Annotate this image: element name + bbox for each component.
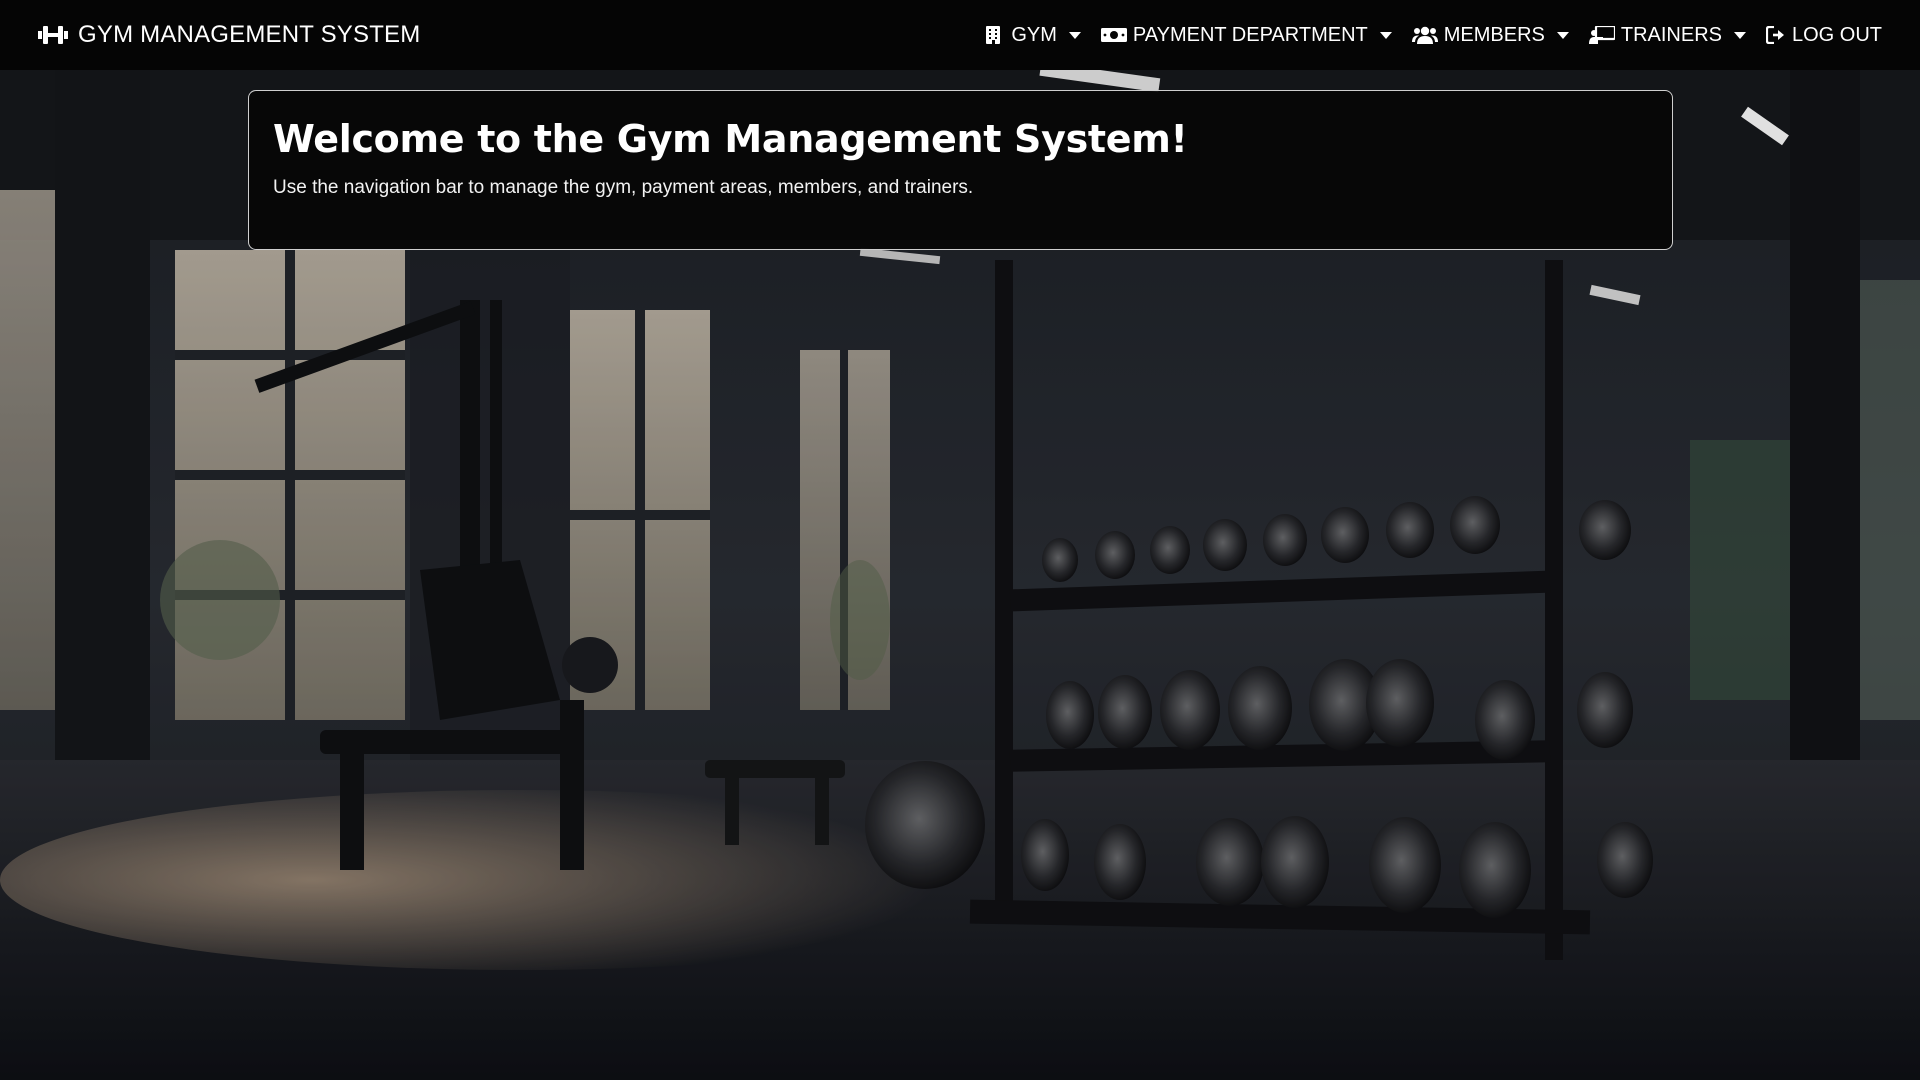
navbar: GYM MANAGEMENT SYSTEM GYM PAYMENT DEPART… — [0, 0, 1920, 70]
welcome-description: Use the navigation bar to manage the gym… — [273, 177, 974, 198]
dumbbell-icon — [38, 24, 68, 46]
nav-item-gym-label: GYM — [1011, 23, 1057, 46]
nav-item-trainers[interactable]: TRAINERS — [1588, 23, 1746, 47]
building-icon — [985, 26, 1005, 44]
chevron-down-icon — [1556, 31, 1569, 39]
nav-item-gym[interactable]: GYM — [985, 24, 1081, 47]
nav-item-payment-label: PAYMENT DEPARTMENT — [1132, 23, 1368, 46]
chevron-down-icon — [1733, 31, 1746, 39]
nav-menu: GYM PAYMENT DEPARTMENT MEMBERS TRAINERS … — [985, 24, 1882, 47]
nav-item-log-out-label: LOG OUT — [1791, 23, 1882, 46]
brand-link[interactable]: GYM MANAGEMENT SYSTEM — [38, 21, 420, 49]
nav-item-members-label: MEMBERS — [1443, 23, 1545, 46]
chalkboard-teacher-icon — [1588, 24, 1616, 44]
chevron-down-icon — [1379, 31, 1392, 39]
brand-title: GYM MANAGEMENT SYSTEM — [78, 21, 421, 48]
welcome-card: Welcome to the Gym Management System! Us… — [248, 90, 1673, 250]
nav-item-trainers-label: TRAINERS — [1620, 23, 1722, 46]
page: GYM MANAGEMENT SYSTEM GYM PAYMENT DEPART… — [0, 0, 1920, 1080]
users-icon — [1411, 26, 1438, 44]
nav-item-payment-department[interactable]: PAYMENT DEPARTMENT — [1100, 23, 1392, 47]
nav-item-members[interactable]: MEMBERS — [1411, 23, 1569, 47]
nav-item-log-out[interactable]: LOG OUT — [1765, 23, 1882, 47]
sign-out-icon — [1765, 25, 1786, 45]
chevron-down-icon — [1068, 31, 1081, 39]
money-bill-icon — [1100, 26, 1127, 44]
welcome-heading: Welcome to the Gym Management System! — [273, 117, 1188, 161]
